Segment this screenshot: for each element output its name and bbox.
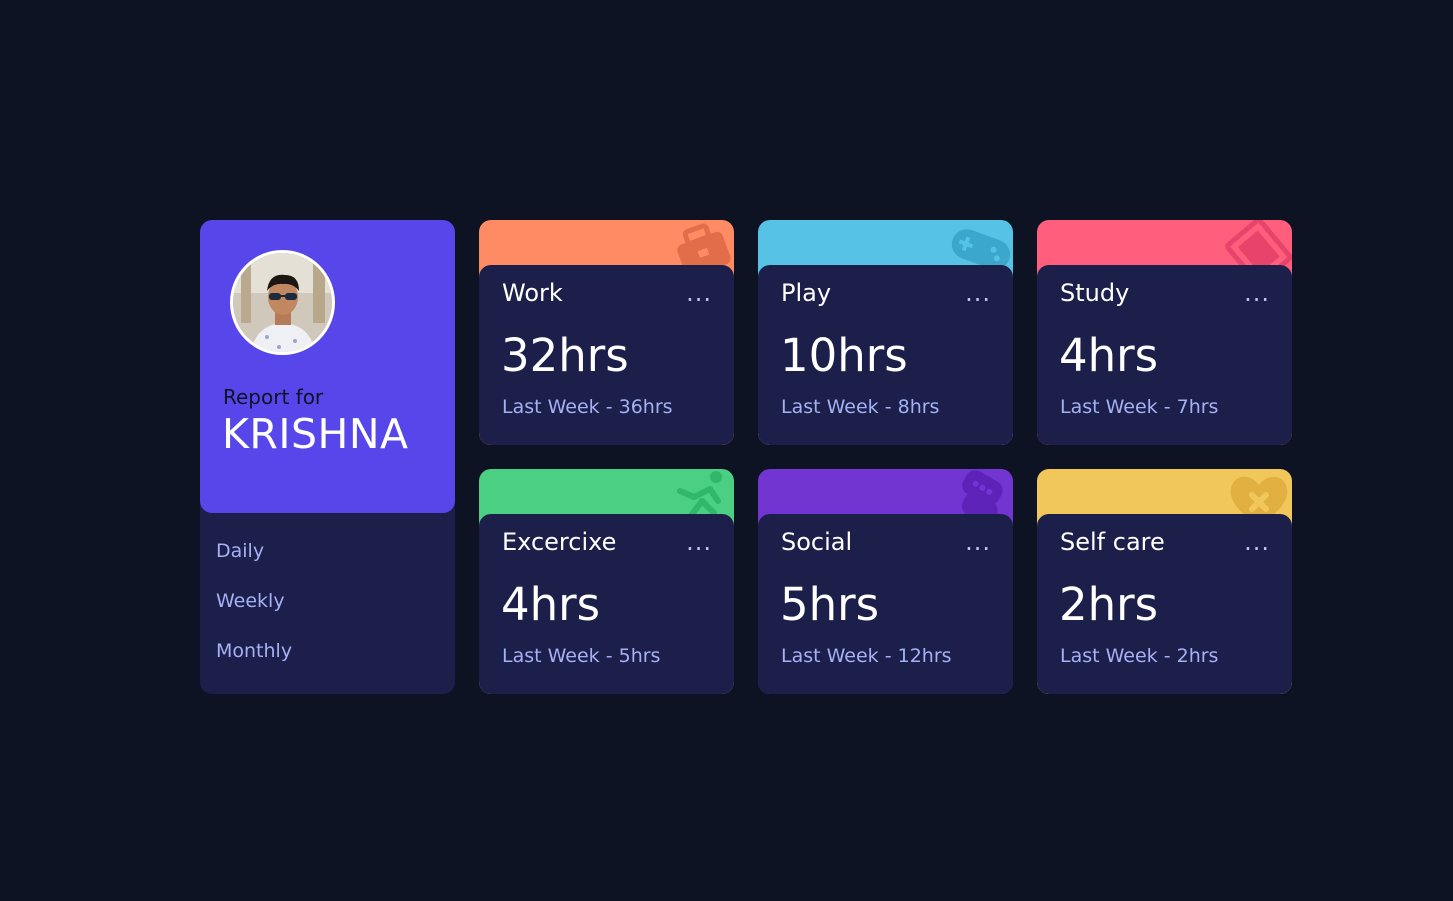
period-daily-button[interactable]: Daily (216, 540, 292, 590)
previous-hours: Last Week - 12hrs (781, 645, 952, 667)
card-title: Excercixe (502, 528, 617, 556)
activity-card-study: Study ... 4hrs Last Week - 7hrs (1037, 220, 1292, 445)
card-menu-ellipsis-button[interactable]: ... (965, 528, 991, 556)
previous-hours: Last Week - 5hrs (502, 645, 661, 667)
card-body: Social ... 5hrs Last Week - 12hrs (758, 514, 1013, 694)
activity-card-work: Work ... 32hrs Last Week - 36hrs (479, 220, 734, 445)
current-hours: 32hrs (501, 329, 629, 382)
current-hours: 4hrs (1059, 329, 1159, 382)
activity-card-exercise: Excercixe ... 4hrs Last Week - 5hrs (479, 469, 734, 694)
current-hours: 4hrs (501, 578, 601, 631)
card-title: Work (502, 279, 563, 307)
period-weekly-button[interactable]: Weekly (216, 590, 292, 640)
card-menu-ellipsis-button[interactable]: ... (965, 279, 991, 307)
avatar (230, 250, 335, 355)
card-body: Self care ... 2hrs Last Week - 2hrs (1037, 514, 1292, 694)
user-name: KRISHNA (222, 410, 409, 458)
current-hours: 2hrs (1059, 578, 1159, 631)
card-menu-ellipsis-button[interactable]: ... (1244, 279, 1270, 307)
card-body: Study ... 4hrs Last Week - 7hrs (1037, 265, 1292, 445)
previous-hours: Last Week - 2hrs (1060, 645, 1219, 667)
activity-card-self-care: Self care ... 2hrs Last Week - 2hrs (1037, 469, 1292, 694)
profile-header: Report for KRISHNA (200, 220, 455, 513)
previous-hours: Last Week - 7hrs (1060, 396, 1219, 418)
time-tracking-dashboard: Report for KRISHNA Daily Weekly Monthly … (200, 220, 1292, 694)
card-body: Play ... 10hrs Last Week - 8hrs (758, 265, 1013, 445)
current-hours: 10hrs (780, 329, 908, 382)
card-menu-ellipsis-button[interactable]: ... (1244, 528, 1270, 556)
card-body: Excercixe ... 4hrs Last Week - 5hrs (479, 514, 734, 694)
card-menu-ellipsis-button[interactable]: ... (686, 528, 712, 556)
period-monthly-button[interactable]: Monthly (216, 640, 292, 690)
activity-card-play: Play ... 10hrs Last Week - 8hrs (758, 220, 1013, 445)
period-selector: Daily Weekly Monthly (216, 540, 292, 690)
card-body: Work ... 32hrs Last Week - 36hrs (479, 265, 734, 445)
activity-card-social: Social ... 5hrs Last Week - 12hrs (758, 469, 1013, 694)
current-hours: 5hrs (780, 578, 880, 631)
profile-card: Report for KRISHNA Daily Weekly Monthly (200, 220, 455, 694)
previous-hours: Last Week - 36hrs (502, 396, 673, 418)
card-title: Study (1060, 279, 1130, 307)
card-menu-ellipsis-button[interactable]: ... (686, 279, 712, 307)
card-title: Play (781, 279, 832, 307)
card-title: Self care (1060, 528, 1165, 556)
report-for-label: Report for (223, 385, 324, 409)
previous-hours: Last Week - 8hrs (781, 396, 940, 418)
card-title: Social (781, 528, 853, 556)
